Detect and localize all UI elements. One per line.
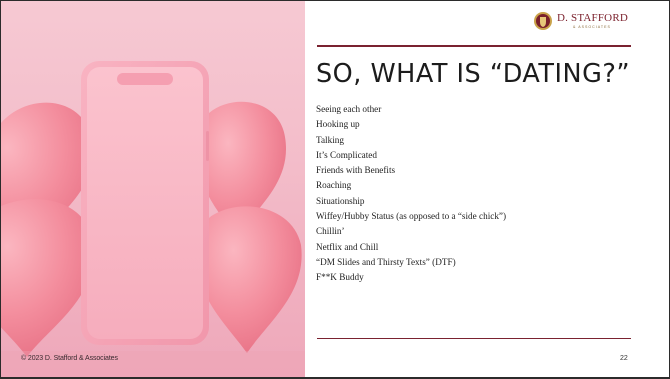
list-item: Netflix and Chill: [316, 241, 379, 252]
footer-divider: [317, 338, 631, 339]
list-item: Seeing each other: [316, 104, 382, 114]
bullet-list: Seeing each other Hooking up Talking It’…: [316, 102, 506, 286]
list-item: It’s Complicated: [316, 149, 377, 160]
footer-copyright: © 2023 D. Stafford & Associates: [21, 355, 118, 362]
list-item: Friends with Benefits: [316, 165, 396, 176]
list-item: “DM Slides and Thirsty Texts” (DTF): [316, 256, 456, 267]
shield-crest-icon: [534, 12, 552, 30]
slide: © 2023 D. Stafford & Associates D. STAFF…: [1, 1, 669, 377]
company-logo: D. STAFFORD & ASSOCIATES: [533, 10, 643, 32]
smartphone-icon: [81, 61, 209, 345]
list-item: Hooking up: [316, 119, 360, 130]
list-item: Roaching: [316, 180, 352, 191]
list-item: Chillin’: [316, 226, 345, 237]
list-item: Talking: [316, 134, 344, 145]
page-number: 22: [620, 355, 628, 362]
slide-title: SO, WHAT IS “DATING?”: [316, 59, 631, 89]
heart-icon: [1, 199, 94, 357]
logo-subtitle: & ASSOCIATES: [573, 25, 611, 29]
list-item: Wiffey/Hubby Status (as opposed to a “si…: [316, 211, 507, 222]
title-divider: [317, 45, 631, 47]
list-item: Situationship: [316, 195, 365, 206]
logo-name: D. STAFFORD: [557, 12, 629, 24]
hero-image: © 2023 D. Stafford & Associates: [1, 1, 305, 377]
phone-hearts-illustration: [1, 61, 305, 377]
list-item: F**K Buddy: [316, 272, 364, 283]
heart-icon: [197, 206, 302, 353]
